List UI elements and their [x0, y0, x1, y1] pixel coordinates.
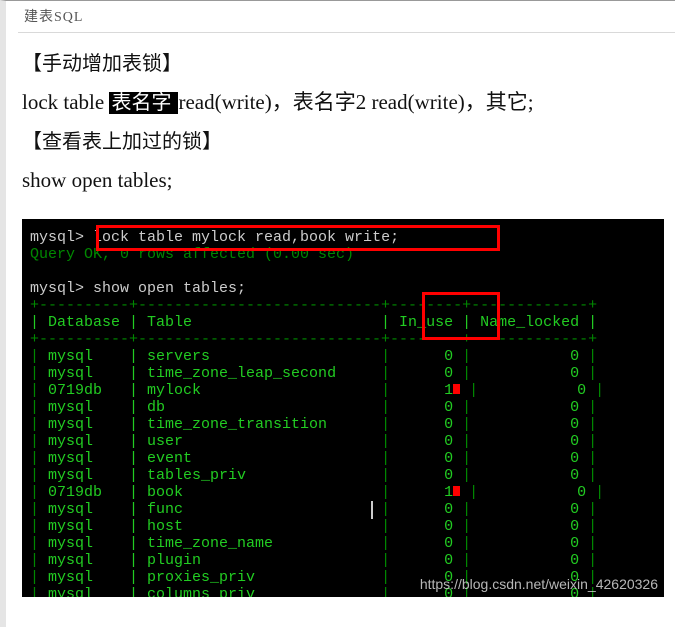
mysql-prompt: mysql> [30, 229, 84, 246]
heading-manual-lock: 【手动增加表锁】 [22, 45, 669, 83]
lock-table-highlight: 表名字 [109, 92, 178, 114]
result-table: +----------+---------------------------+… [30, 297, 656, 597]
table-row: | 0719db | book | 1 | 0 | [30, 484, 656, 501]
red-marker [453, 486, 460, 496]
table-row: | mysql | user | 0 | 0 | [30, 433, 656, 450]
table-row: | mysql | time_zone_leap_second | 0 | 0 … [30, 365, 656, 382]
table-sep: +----------+---------------------------+… [30, 297, 656, 314]
lock-table-prefix: lock table [22, 90, 109, 114]
document-content: 【手动增加表锁】 lock table 表名字 read(write)，表名字2… [18, 33, 675, 597]
table-row: | mysql | servers | 0 | 0 | [30, 348, 656, 365]
watermark: https://blog.csdn.net/weixin_42620326 [420, 576, 658, 593]
tab-sql[interactable]: 建表SQL [20, 4, 87, 28]
table-row: | 0719db | mylock | 1 | 0 | [30, 382, 656, 399]
lock-table-suffix: read(write)，表名字2 read(write)，其它; [178, 90, 533, 114]
mysql-prompt: mysql> [30, 280, 84, 297]
table-row: | mysql | time_zone_name | 0 | 0 | [30, 535, 656, 552]
show-command: show open tables; [84, 280, 246, 297]
terminal-output: mysql> lock table mylock read,book write… [22, 219, 664, 597]
red-marker [453, 384, 460, 394]
tab-bar: 建表SQL [18, 1, 675, 33]
table-row: | mysql | host | 0 | 0 | [30, 518, 656, 535]
table-header: | Database | Table | In_use | Name_locke… [30, 314, 656, 331]
table-row: | mysql | func | 0 | 0 | [30, 501, 656, 518]
table-row: | mysql | tables_priv | 0 | 0 | [30, 467, 656, 484]
query-ok: Query OK, 0 rows affected (0.00 sec) [30, 246, 656, 263]
table-row: | mysql | plugin | 0 | 0 | [30, 552, 656, 569]
table-row: | mysql | db | 0 | 0 | [30, 399, 656, 416]
lock-command: lock table mylock read,book write; [84, 229, 399, 246]
lock-table-line: lock table 表名字 read(write)，表名字2 read(wri… [22, 83, 669, 123]
table-sep: +----------+---------------------------+… [30, 331, 656, 348]
table-row: | mysql | time_zone_transition | 0 | 0 | [30, 416, 656, 433]
show-open-tables-line: show open tables; [22, 161, 669, 201]
heading-show-locks: 【查看表上加过的锁】 [22, 123, 669, 161]
table-row: | mysql | event | 0 | 0 | [30, 450, 656, 467]
